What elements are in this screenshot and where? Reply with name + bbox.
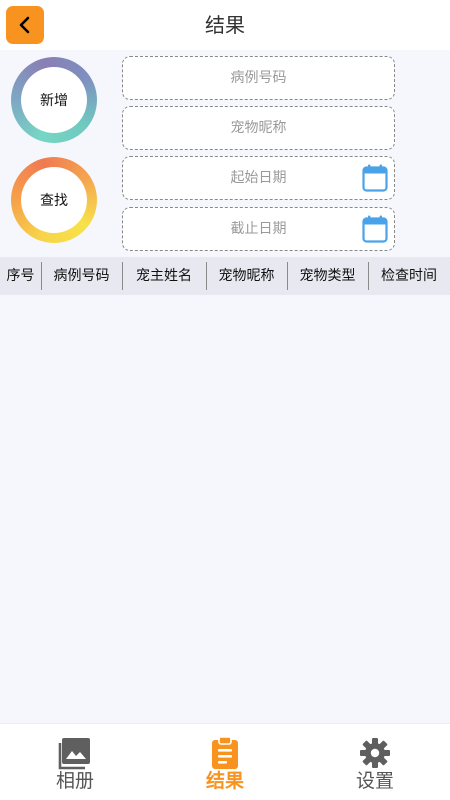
column-header-index[interactable]: 序号 xyxy=(0,257,41,295)
start-date-field xyxy=(122,156,395,200)
end-date-field xyxy=(122,207,395,251)
clipboard-icon xyxy=(212,736,238,769)
find-button-label: 查找 xyxy=(21,167,87,233)
nav-item-album[interactable]: 相册 xyxy=(0,724,150,800)
column-header-check-time[interactable]: 检查时间 xyxy=(368,257,450,295)
search-panel: 新增 查找 序号 病例号码 宠主姓名 宠物昵称 宠物类型 检查时间 xyxy=(0,50,450,723)
column-header-owner-name[interactable]: 宠主姓名 xyxy=(122,257,206,295)
results-table-header: 序号 病例号码 宠主姓名 宠物昵称 宠物类型 检查时间 xyxy=(0,257,450,295)
add-button[interactable]: 新增 xyxy=(11,57,97,143)
column-header-pet-type[interactable]: 宠物类型 xyxy=(287,257,368,295)
chevron-left-icon xyxy=(19,16,30,34)
calendar-icon[interactable] xyxy=(362,164,388,192)
calendar-icon[interactable] xyxy=(362,215,388,243)
nav-label-settings: 设置 xyxy=(355,770,394,792)
nav-label-results: 结果 xyxy=(205,770,244,792)
find-button[interactable]: 查找 xyxy=(11,157,97,243)
pet-nickname-field xyxy=(122,106,395,150)
nav-item-results[interactable]: 结果 xyxy=(150,724,300,800)
app-header: 结果 xyxy=(0,0,450,50)
end-date-input[interactable] xyxy=(158,221,359,237)
pet-nickname-input[interactable] xyxy=(158,120,359,136)
page-title: 结果 xyxy=(205,13,245,37)
column-header-pet-nickname[interactable]: 宠物昵称 xyxy=(206,257,287,295)
bottom-nav: 相册 结果 设置 xyxy=(0,723,450,800)
start-date-input[interactable] xyxy=(158,170,359,186)
case-number-field xyxy=(122,56,395,100)
add-button-label: 新增 xyxy=(21,67,87,133)
gear-icon xyxy=(360,738,390,768)
column-header-case-number[interactable]: 病例号码 xyxy=(41,257,122,295)
photo-library-icon xyxy=(58,738,90,770)
case-number-input[interactable] xyxy=(158,70,359,86)
back-button[interactable] xyxy=(6,6,44,44)
nav-item-settings[interactable]: 设置 xyxy=(300,724,450,800)
nav-label-album: 相册 xyxy=(55,770,94,792)
